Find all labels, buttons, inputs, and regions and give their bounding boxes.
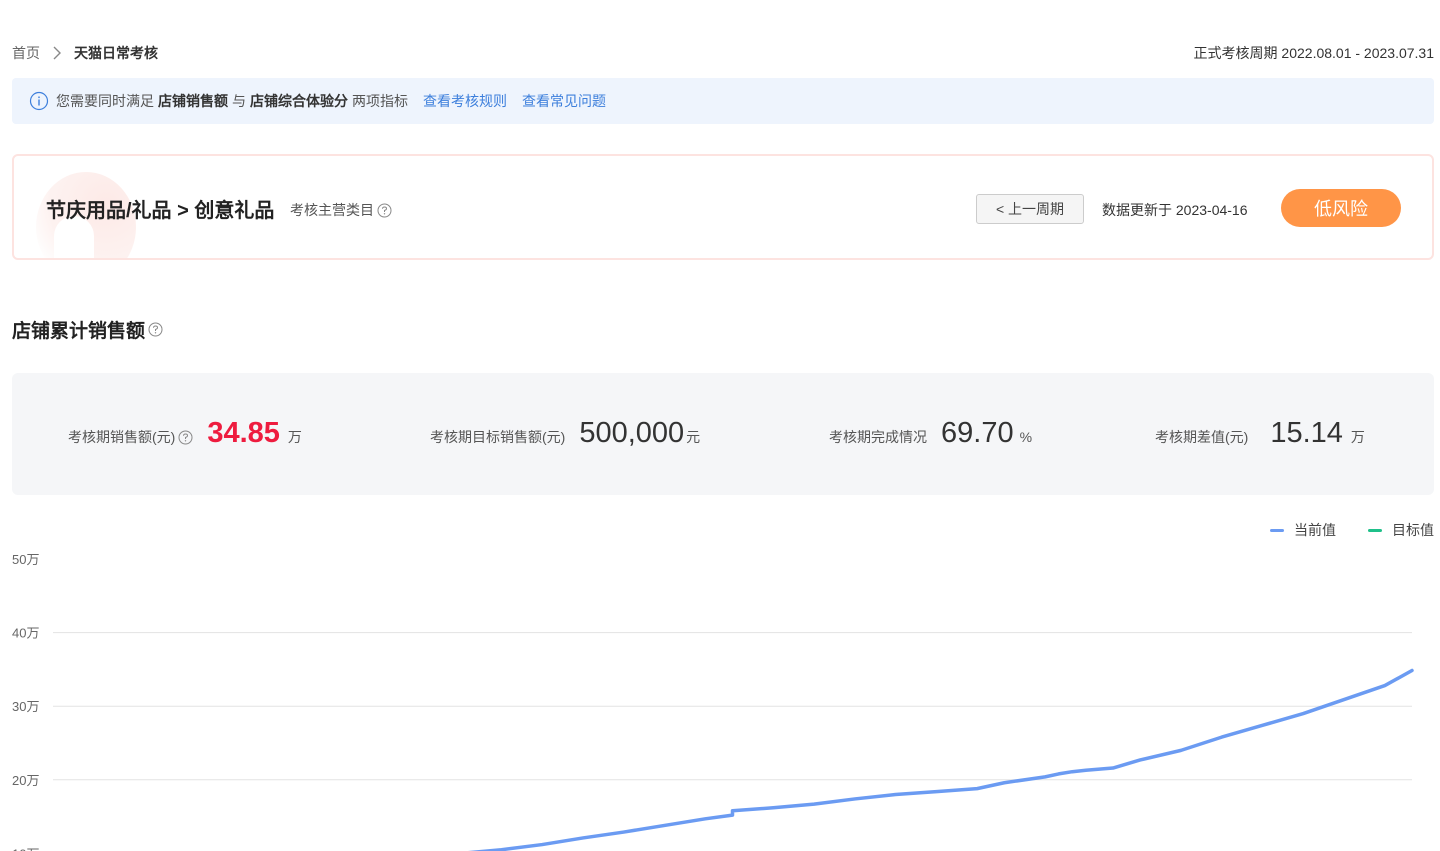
breadcrumb-home-link[interactable]: 首页 bbox=[12, 43, 40, 63]
stat-gap: 考核期差值(元) 15.14 万 bbox=[1155, 417, 1365, 450]
stat-value: 500,000 bbox=[579, 417, 685, 449]
view-faq-link[interactable]: 查看常见问题 bbox=[522, 91, 606, 111]
y-tick-label: 50万 bbox=[12, 552, 39, 567]
stat-label: 考核期销售额(元) bbox=[68, 427, 193, 447]
chevron-right-icon bbox=[52, 46, 62, 60]
y-tick-label: 30万 bbox=[12, 699, 39, 714]
info-icon bbox=[29, 91, 49, 111]
breadcrumb-current: 天猫日常考核 bbox=[74, 45, 158, 61]
category-subtitle: 考核主营类目 bbox=[290, 200, 392, 220]
notice-item-sales: 店铺销售额 bbox=[158, 93, 228, 109]
notice-suffix: 两项指标 bbox=[352, 93, 408, 109]
data-updated-text: 数据更新于 2023-04-16 bbox=[1102, 202, 1248, 218]
notice-conj: 与 bbox=[232, 93, 246, 109]
sales-line-chart: 10万 20万 30万 40万 50万 bbox=[12, 552, 1414, 851]
stat-completion: 考核期完成情况 69.70 % bbox=[829, 417, 1032, 450]
stat-label: 考核期目标销售额(元) bbox=[430, 429, 566, 445]
y-tick-label: 20万 bbox=[12, 773, 39, 788]
stat-target: 考核期目标销售额(元) 500,000 元 bbox=[430, 417, 700, 450]
section-title-text: 店铺累计销售额 bbox=[12, 321, 146, 342]
stat-unit: 万 bbox=[1350, 429, 1365, 445]
stat-label-text: 考核期销售额(元) bbox=[68, 429, 176, 445]
stat-value: 15.14 bbox=[1270, 417, 1343, 449]
risk-level-badge[interactable]: 低风险 bbox=[1281, 189, 1401, 227]
breadcrumb: 首页 天猫日常考核 bbox=[12, 43, 158, 63]
view-rules-link[interactable]: 查看考核规则 bbox=[423, 91, 507, 111]
question-icon[interactable] bbox=[178, 430, 193, 445]
stat-label: 考核期差值(元) bbox=[1155, 429, 1249, 445]
section-title: 店铺累计销售额 bbox=[12, 316, 163, 343]
stat-unit: 元 bbox=[686, 429, 701, 445]
stat-value: 34.85 bbox=[207, 417, 280, 449]
top-bar: 首页 天猫日常考核 正式考核周期 2022.08.01 - 2023.07.31 bbox=[12, 42, 1434, 64]
stat-label: 考核期完成情况 bbox=[829, 429, 927, 445]
stat-unit: % bbox=[1019, 429, 1033, 445]
y-tick-label: 40万 bbox=[12, 626, 39, 641]
notice-banner: 您需要同时满足 店铺销售额 与 店铺综合体验分 两项指标 查看考核规则 查看常见… bbox=[12, 78, 1434, 124]
stats-panel: 考核期销售额(元) 34.85 万 考核期目标销售额(元) 500,000 元 … bbox=[12, 373, 1434, 495]
category-title: 节庆用品/礼品 > 创意礼品 bbox=[46, 200, 275, 222]
question-icon[interactable] bbox=[377, 203, 392, 218]
category-subtitle-text: 考核主营类目 bbox=[290, 202, 374, 218]
previous-period-button[interactable]: < 上一周期 bbox=[976, 194, 1084, 224]
stat-value: 69.70 bbox=[941, 417, 1014, 449]
assessment-period: 正式考核周期 2022.08.01 - 2023.07.31 bbox=[1193, 45, 1434, 61]
notice-prefix: 您需要同时满足 bbox=[56, 93, 154, 109]
current-series-line bbox=[467, 668, 1414, 851]
category-card: 节庆用品/礼品 > 创意礼品 考核主营类目 < 上一周期 数据更新于 2023-… bbox=[12, 154, 1434, 260]
notice-item-experience: 店铺综合体验分 bbox=[250, 93, 348, 109]
question-icon[interactable] bbox=[148, 322, 163, 337]
y-tick-label: 10万 bbox=[12, 846, 39, 851]
stat-unit: 万 bbox=[287, 429, 302, 445]
stat-sales: 考核期销售额(元) 34.85 万 bbox=[68, 417, 302, 450]
